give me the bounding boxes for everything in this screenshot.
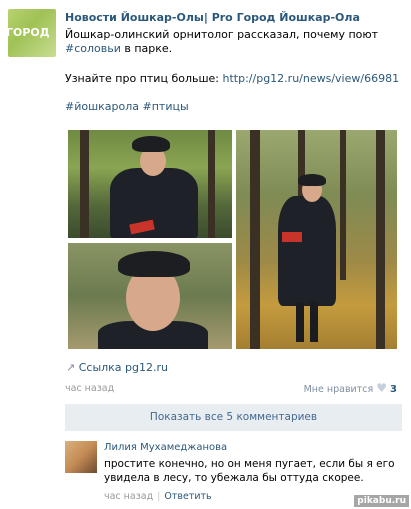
more-label: Узнайте про птиц больше: [65, 72, 223, 85]
man-coat [278, 196, 336, 306]
avatar-logo-text: ГОРОД [8, 26, 50, 39]
man-leg [296, 302, 304, 342]
comment-text: простите конечно, но он меня пугает, есл… [104, 458, 395, 484]
photo-man-portrait[interactable] [68, 243, 232, 349]
heart-icon: ♥ [376, 381, 387, 395]
comment-time[interactable]: час назад [104, 491, 153, 502]
post-tags: #йошкарола #птицы [65, 100, 405, 114]
group-avatar[interactable]: ГОРОД [8, 9, 56, 57]
commenter-avatar[interactable] [65, 441, 97, 473]
like-label: Мне нравится [303, 384, 374, 395]
hashtags-link[interactable]: #йошкарола #птицы [65, 100, 189, 113]
tree-trunk [208, 130, 215, 238]
post-body: Йошкар-олинский орнитолог рассказал, поч… [65, 28, 405, 56]
photo-man-reading[interactable] [68, 130, 232, 238]
tree-trunk [80, 130, 89, 238]
man-cap [132, 136, 170, 152]
post-line-2: #соловьи в парке. [65, 42, 405, 56]
man-leg [310, 302, 318, 342]
tree-trunk [340, 130, 346, 280]
man-cap [118, 251, 190, 277]
comment-meta: час назад | Ответить [104, 491, 212, 502]
group-name-link[interactable]: Новости Йошкар-Олы| Pro Город Йошкар-Ола [65, 11, 360, 24]
tree-trunk [250, 130, 260, 349]
attached-link-label: Ссылка pg12.ru [78, 361, 168, 374]
commenter-name[interactable]: Лилия Мухамеджанова [104, 442, 227, 453]
reply-button[interactable]: Ответить [164, 491, 211, 502]
post-more-line: Узнайте про птиц больше: http://pg12.ru/… [65, 72, 405, 86]
attached-link[interactable]: ↗ Ссылка pg12.ru [66, 361, 168, 374]
hashtag-link[interactable]: #соловьи [65, 42, 121, 55]
watermark: pikabu.ru [354, 495, 409, 507]
post-line-2-text: в парке. [120, 42, 173, 55]
man-cap [298, 174, 326, 186]
share-arrow-icon: ↗ [66, 361, 76, 374]
photo-man-binoculars[interactable] [236, 130, 397, 349]
like-count: 3 [390, 384, 397, 395]
post-line-1: Йошкар-олинский орнитолог рассказал, поч… [65, 28, 379, 41]
separator: | [157, 491, 161, 502]
red-book [282, 232, 302, 242]
news-url-link[interactable]: http://pg12.ru/news/view/66981 [223, 72, 400, 85]
show-all-comments-button[interactable]: Показать все 5 комментариев [65, 404, 402, 431]
post-time[interactable]: час назад [65, 383, 114, 394]
like-button[interactable]: Мне нравится ♥ 3 [304, 381, 397, 395]
tree-trunk [376, 130, 385, 349]
